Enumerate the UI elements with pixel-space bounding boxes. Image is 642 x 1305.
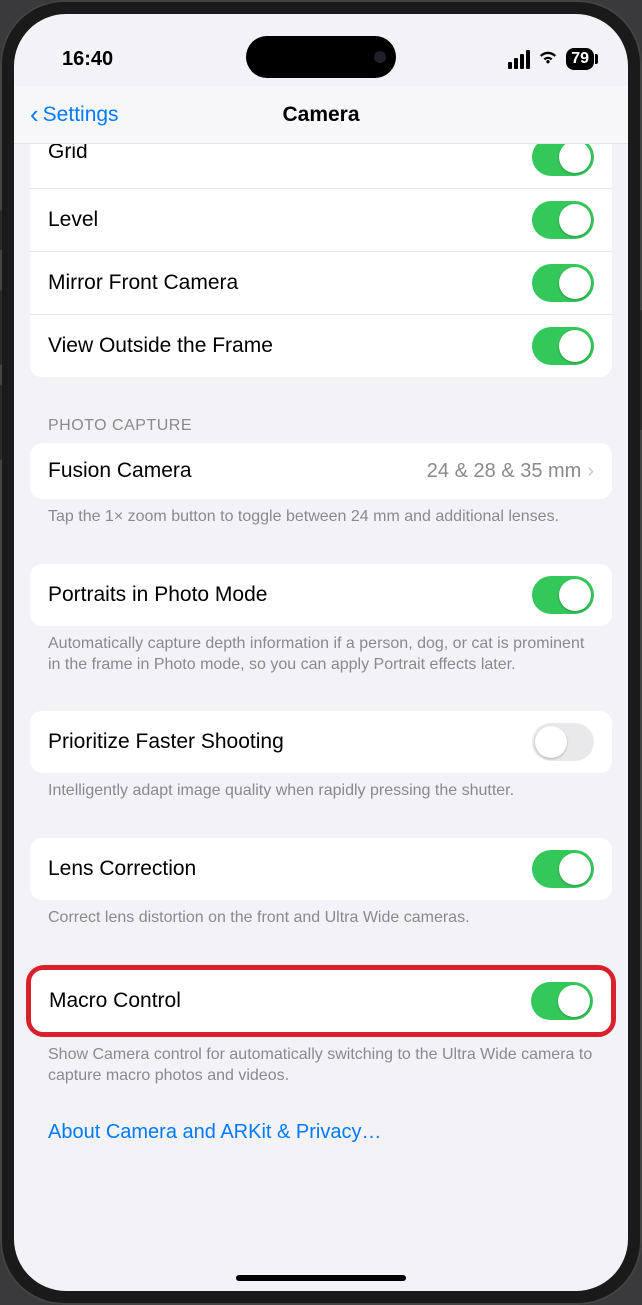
settings-group-prioritize: Prioritize Faster Shooting [30, 711, 612, 773]
page-title: Camera [282, 103, 359, 127]
row-mirror-front-camera[interactable]: Mirror Front Camera [30, 251, 612, 314]
toggle-mirror[interactable] [532, 264, 594, 302]
link-about-camera-privacy[interactable]: About Camera and ARKit & Privacy… [14, 1109, 628, 1156]
row-grid[interactable]: Grid [30, 144, 612, 188]
row-value: 24 & 28 & 35 mm [427, 460, 582, 483]
home-indicator[interactable] [236, 1275, 406, 1281]
toggle-prioritize[interactable] [532, 723, 594, 761]
toggle-grid[interactable] [532, 144, 594, 176]
row-fusion-camera[interactable]: Fusion Camera 24 & 28 & 35 mm › [30, 443, 612, 499]
nav-bar: ‹ Settings Camera [14, 86, 628, 144]
chevron-right-icon: › [587, 460, 594, 483]
row-label: Level [48, 208, 98, 232]
row-label: Grid [48, 144, 88, 164]
row-view-outside-frame[interactable]: View Outside the Frame [30, 314, 612, 377]
back-label: Settings [43, 103, 119, 127]
row-portraits-photo-mode[interactable]: Portraits in Photo Mode [30, 564, 612, 626]
toggle-level[interactable] [532, 201, 594, 239]
row-label: Lens Correction [48, 857, 196, 881]
row-label: Mirror Front Camera [48, 271, 238, 295]
settings-group-composition: Grid Level Mirror Front Camera View Outs… [30, 144, 612, 377]
settings-group-photo-capture: Fusion Camera 24 & 28 & 35 mm › [30, 443, 612, 499]
row-label: Macro Control [49, 989, 181, 1013]
section-footer: Intelligently adapt image quality when r… [32, 781, 610, 802]
toggle-macro-control[interactable] [531, 982, 593, 1020]
chevron-left-icon: ‹ [30, 99, 39, 130]
row-label: View Outside the Frame [48, 334, 273, 358]
row-lens-correction[interactable]: Lens Correction [30, 838, 612, 900]
section-header-photo-capture: PHOTO CAPTURE [48, 417, 594, 435]
toggle-lens-correction[interactable] [532, 850, 594, 888]
toggle-view-outside[interactable] [532, 327, 594, 365]
wifi-icon [537, 48, 559, 71]
section-footer: Tap the 1× zoom button to toggle between… [32, 507, 610, 528]
section-footer: Automatically capture depth information … [32, 634, 610, 676]
settings-group-portraits: Portraits in Photo Mode [30, 564, 612, 626]
row-label: Prioritize Faster Shooting [48, 730, 284, 754]
row-label: Fusion Camera [48, 459, 192, 483]
status-time: 16:40 [62, 48, 113, 71]
highlight-macro-control: Macro Control [26, 965, 616, 1037]
toggle-portraits[interactable] [532, 576, 594, 614]
battery-icon: 79 [566, 48, 594, 70]
section-footer: Show Camera control for automatically sw… [32, 1045, 610, 1087]
section-footer: Correct lens distortion on the front and… [32, 908, 610, 929]
row-prioritize-faster-shooting[interactable]: Prioritize Faster Shooting [30, 711, 612, 773]
back-button[interactable]: ‹ Settings [30, 99, 119, 130]
cellular-icon [508, 50, 530, 69]
row-level[interactable]: Level [30, 188, 612, 251]
row-macro-control[interactable]: Macro Control [31, 970, 611, 1032]
settings-group-lens-correction: Lens Correction [30, 838, 612, 900]
row-label: Portraits in Photo Mode [48, 583, 267, 607]
dynamic-island [246, 36, 396, 78]
